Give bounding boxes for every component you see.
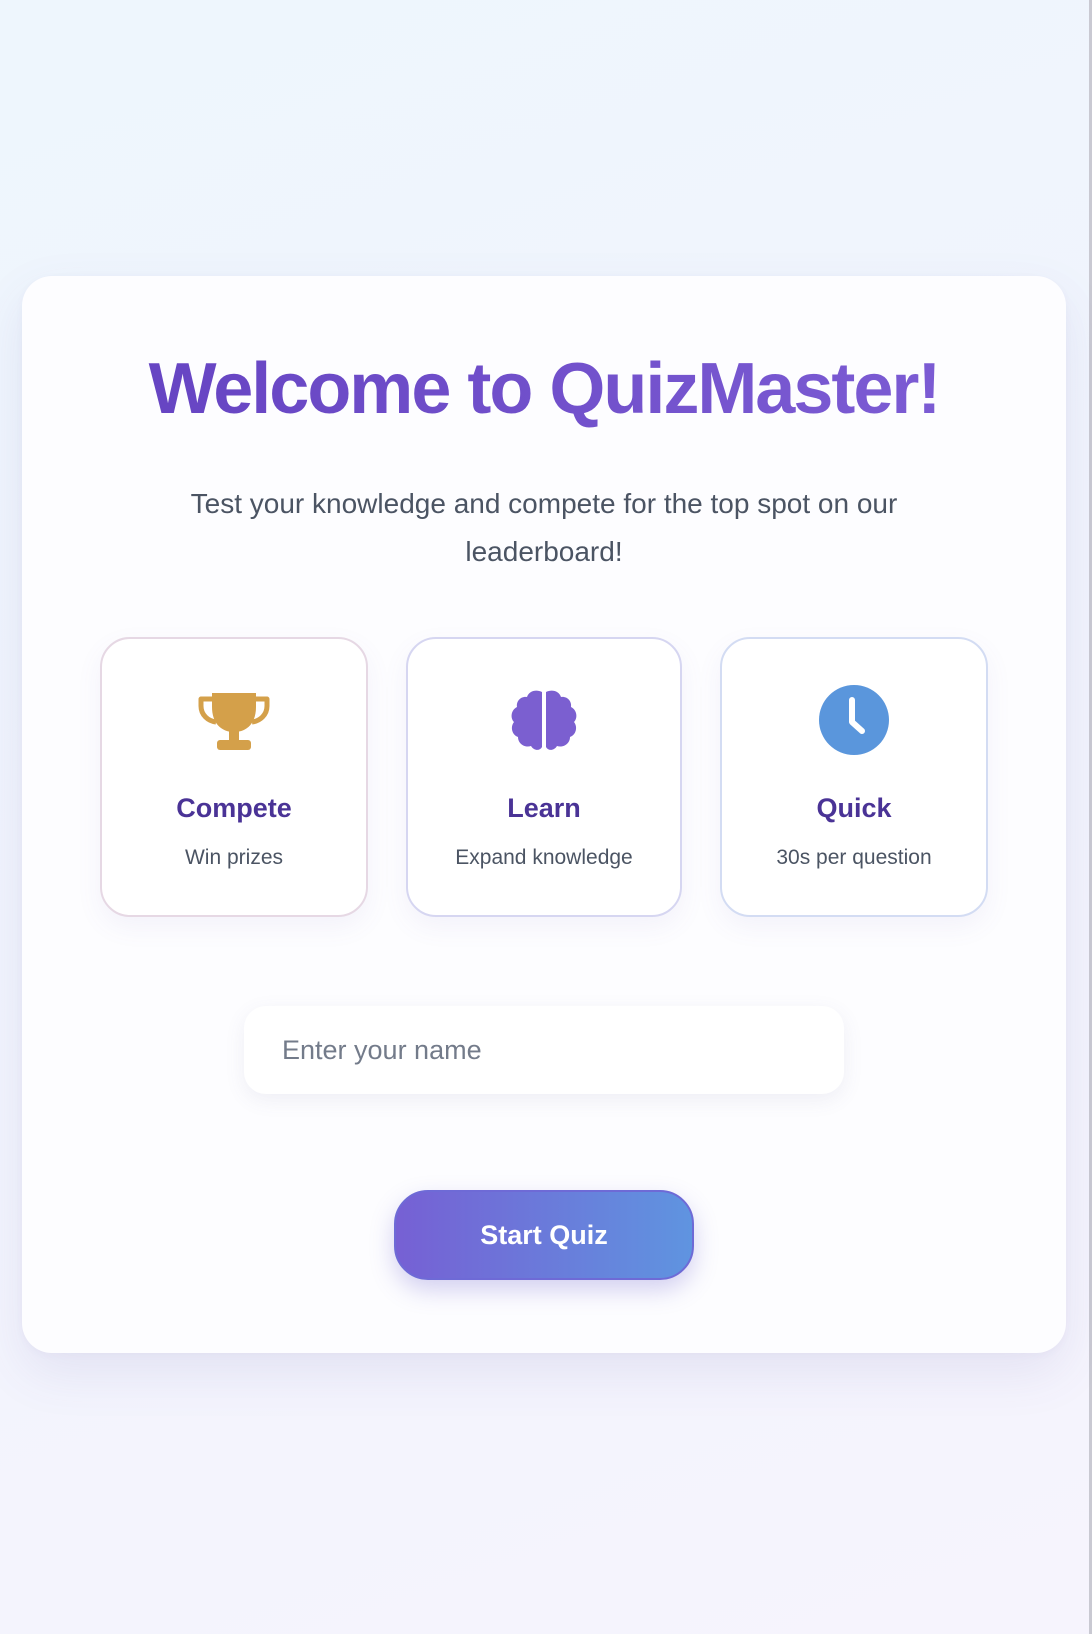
clock-icon [722, 685, 986, 755]
feature-card-quick: Quick 30s per question [720, 637, 988, 917]
feature-card-compete: Compete Win prizes [100, 637, 368, 917]
welcome-card: Welcome to QuizMaster! Test your knowled… [22, 276, 1066, 1353]
feature-description: Win prizes [184, 846, 284, 869]
start-quiz-button[interactable]: Start Quiz [394, 1190, 694, 1280]
feature-title: Compete [176, 793, 292, 823]
feature-card-learn: Learn Expand knowledge [406, 637, 682, 917]
feature-title: Learn [507, 793, 581, 823]
trophy-icon [102, 685, 366, 755]
feature-title: Quick [816, 793, 892, 823]
name-input[interactable] [244, 1006, 844, 1094]
feature-description: 30s per question [776, 846, 932, 869]
brain-icon [408, 685, 680, 755]
feature-description: Expand knowledge [455, 846, 633, 869]
page-subtitle: Test your knowledge and compete for the … [190, 488, 898, 567]
page-title: Welcome to QuizMaster! [22, 344, 1066, 434]
